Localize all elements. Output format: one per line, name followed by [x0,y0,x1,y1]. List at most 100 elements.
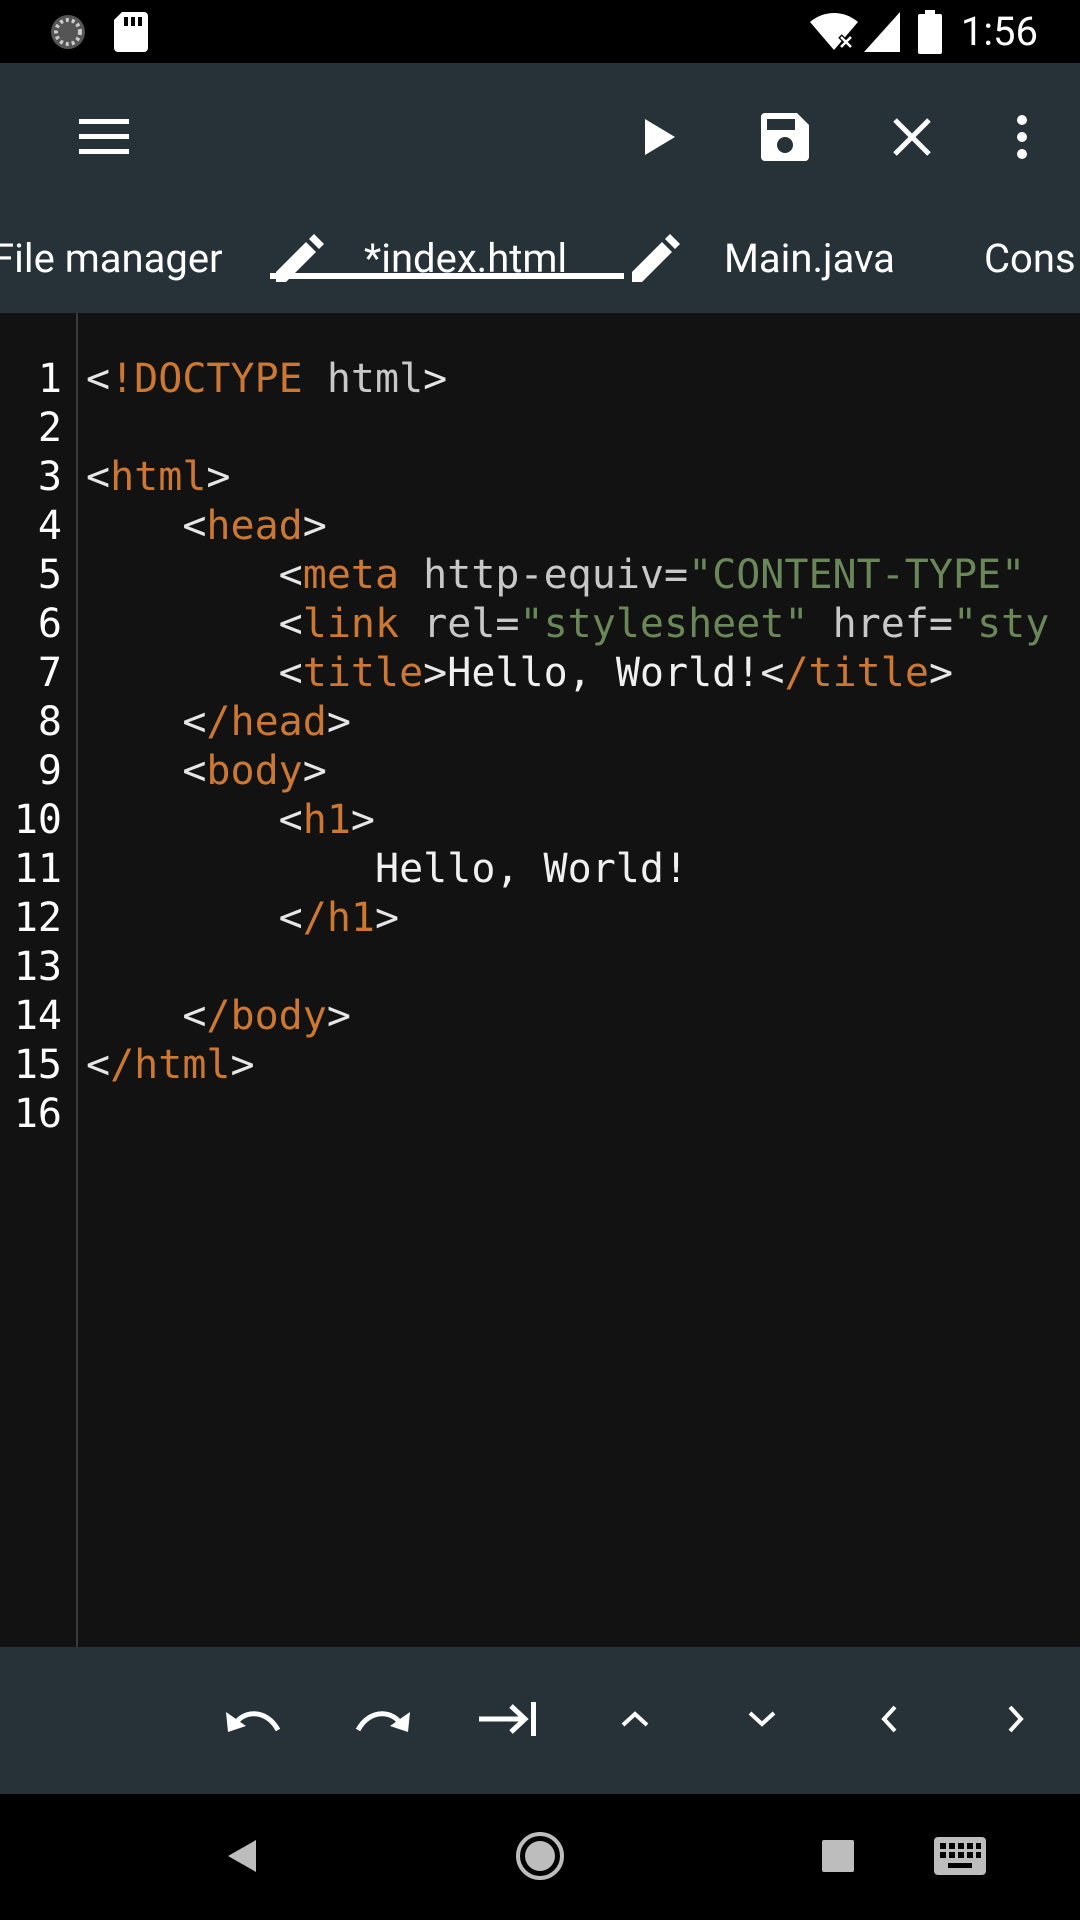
code-line[interactable]: <title>Hello, World!</title> [86,649,953,698]
code-token: /title [784,650,929,696]
code-token: > [375,895,400,941]
code-line[interactable]: </body> [86,992,351,1041]
code-token: link [302,601,400,647]
keyboard-icon [934,1837,986,1879]
code-token: http-equiv= [399,552,689,598]
tab-file-manager[interactable]: File manager [0,203,223,313]
code-line[interactable]: Hello, World! [86,845,688,894]
save-icon [761,113,809,165]
signal-icon [864,12,900,56]
code-line[interactable]: <meta http-equiv="CONTENT-TYPE" [86,551,1026,600]
code-editor[interactable]: 1 2 3 4 5 6 7 8 9 10 11 12 13 14 15 16 <!DOCTYPE html> <… [0,313,1080,1647]
sd-card-icon [114,12,148,56]
code-line[interactable]: <!DOCTYPE html> [86,355,447,404]
code-token: < [86,552,303,598]
recents-button[interactable] [796,1816,880,1900]
run-icon [643,117,677,161]
active-tab-indicator [270,273,624,279]
editor-action-bar [0,1647,1080,1794]
back-button[interactable] [200,1816,284,1900]
line-number: 5 [37,552,62,598]
tab-index-html[interactable]: *index.html [276,203,567,313]
tab-indent-icon [479,1702,537,1740]
line-number: 16 [13,1091,62,1137]
home-icon [515,1831,565,1885]
line-number: 11 [13,846,62,892]
tab-indent-button[interactable] [466,1679,550,1763]
chevron-up-icon [620,1710,650,1732]
code-token: < [86,1042,111,1088]
line-number: 15 [13,1042,62,1088]
code-line[interactable]: <html> [86,453,231,502]
file-tabs: File manager *index.html Main.java Cons [0,203,1080,313]
code-token: "sty [952,601,1050,647]
chevron-left-icon [880,1704,898,1738]
code-token: "stylesheet" [519,601,809,647]
code-line[interactable]: <body> [86,747,327,796]
menu-button[interactable] [64,99,144,179]
code-token: < [760,650,785,696]
chevron-down-icon [747,1710,777,1732]
line-number: 10 [13,797,62,843]
tab-main-java[interactable]: Main.java [632,203,895,313]
chevron-right-icon [1007,1704,1025,1738]
code-token: > [302,748,327,794]
battery-icon [918,10,942,58]
code-token: > [928,650,954,696]
code-line[interactable]: </head> [86,698,351,747]
save-button[interactable] [745,99,825,179]
code-line[interactable]: <h1> [86,796,375,845]
code-token: meta [302,552,400,598]
close-button[interactable] [872,99,952,179]
home-button[interactable] [498,1816,582,1900]
code-token: body [206,748,303,794]
code-token: > [423,356,448,402]
run-button[interactable] [620,99,700,179]
code-line[interactable]: </html> [86,1041,255,1090]
tab-label: Cons [984,234,1076,282]
code-token: "CONTENT-TYPE" [688,552,1026,598]
line-number: 2 [37,405,62,451]
code-token: > [302,503,327,549]
more-vert-icon [1016,114,1028,164]
code-line[interactable]: <link rel="stylesheet" href="sty [86,600,1050,649]
code-token: < [86,454,111,500]
redo-icon [354,1704,410,1738]
more-options-button[interactable] [982,99,1062,179]
wifi-off-icon [810,12,858,56]
line-number: 12 [13,895,62,941]
code-token: < [86,601,303,647]
pencil-icon [632,234,680,282]
back-icon [226,1838,258,1878]
code-line[interactable]: </h1> [86,894,399,943]
code-token: rel= [399,601,520,647]
tab-console[interactable]: Cons [984,203,1076,313]
cursor-up-button[interactable] [593,1679,677,1763]
cursor-left-button[interactable] [847,1679,931,1763]
line-number: 8 [37,699,62,745]
undo-button[interactable] [212,1679,296,1763]
cursor-right-button[interactable] [974,1679,1058,1763]
code-token: > [206,454,231,500]
keyboard-button[interactable] [918,1816,1002,1900]
code-token: > [326,993,351,1039]
code-token: < [86,650,303,696]
code-token: > [326,699,351,745]
status-time: 1:56 [960,8,1038,55]
code-token: /head [206,699,327,745]
code-token: < [86,356,111,402]
code-token: < [86,503,207,549]
redo-button[interactable] [340,1679,424,1763]
code-token: Hello, World! [86,846,689,892]
line-number: 13 [13,944,62,990]
line-number: 3 [37,454,62,500]
code-line[interactable]: <head> [86,502,327,551]
code-token: > [230,1042,255,1088]
code-token: < [86,895,303,941]
line-number: 7 [37,650,62,696]
sync-icon [48,12,88,56]
cursor-down-button[interactable] [720,1679,804,1763]
line-number: 4 [37,503,62,549]
menu-icon [79,119,129,159]
code-token: head [206,503,303,549]
